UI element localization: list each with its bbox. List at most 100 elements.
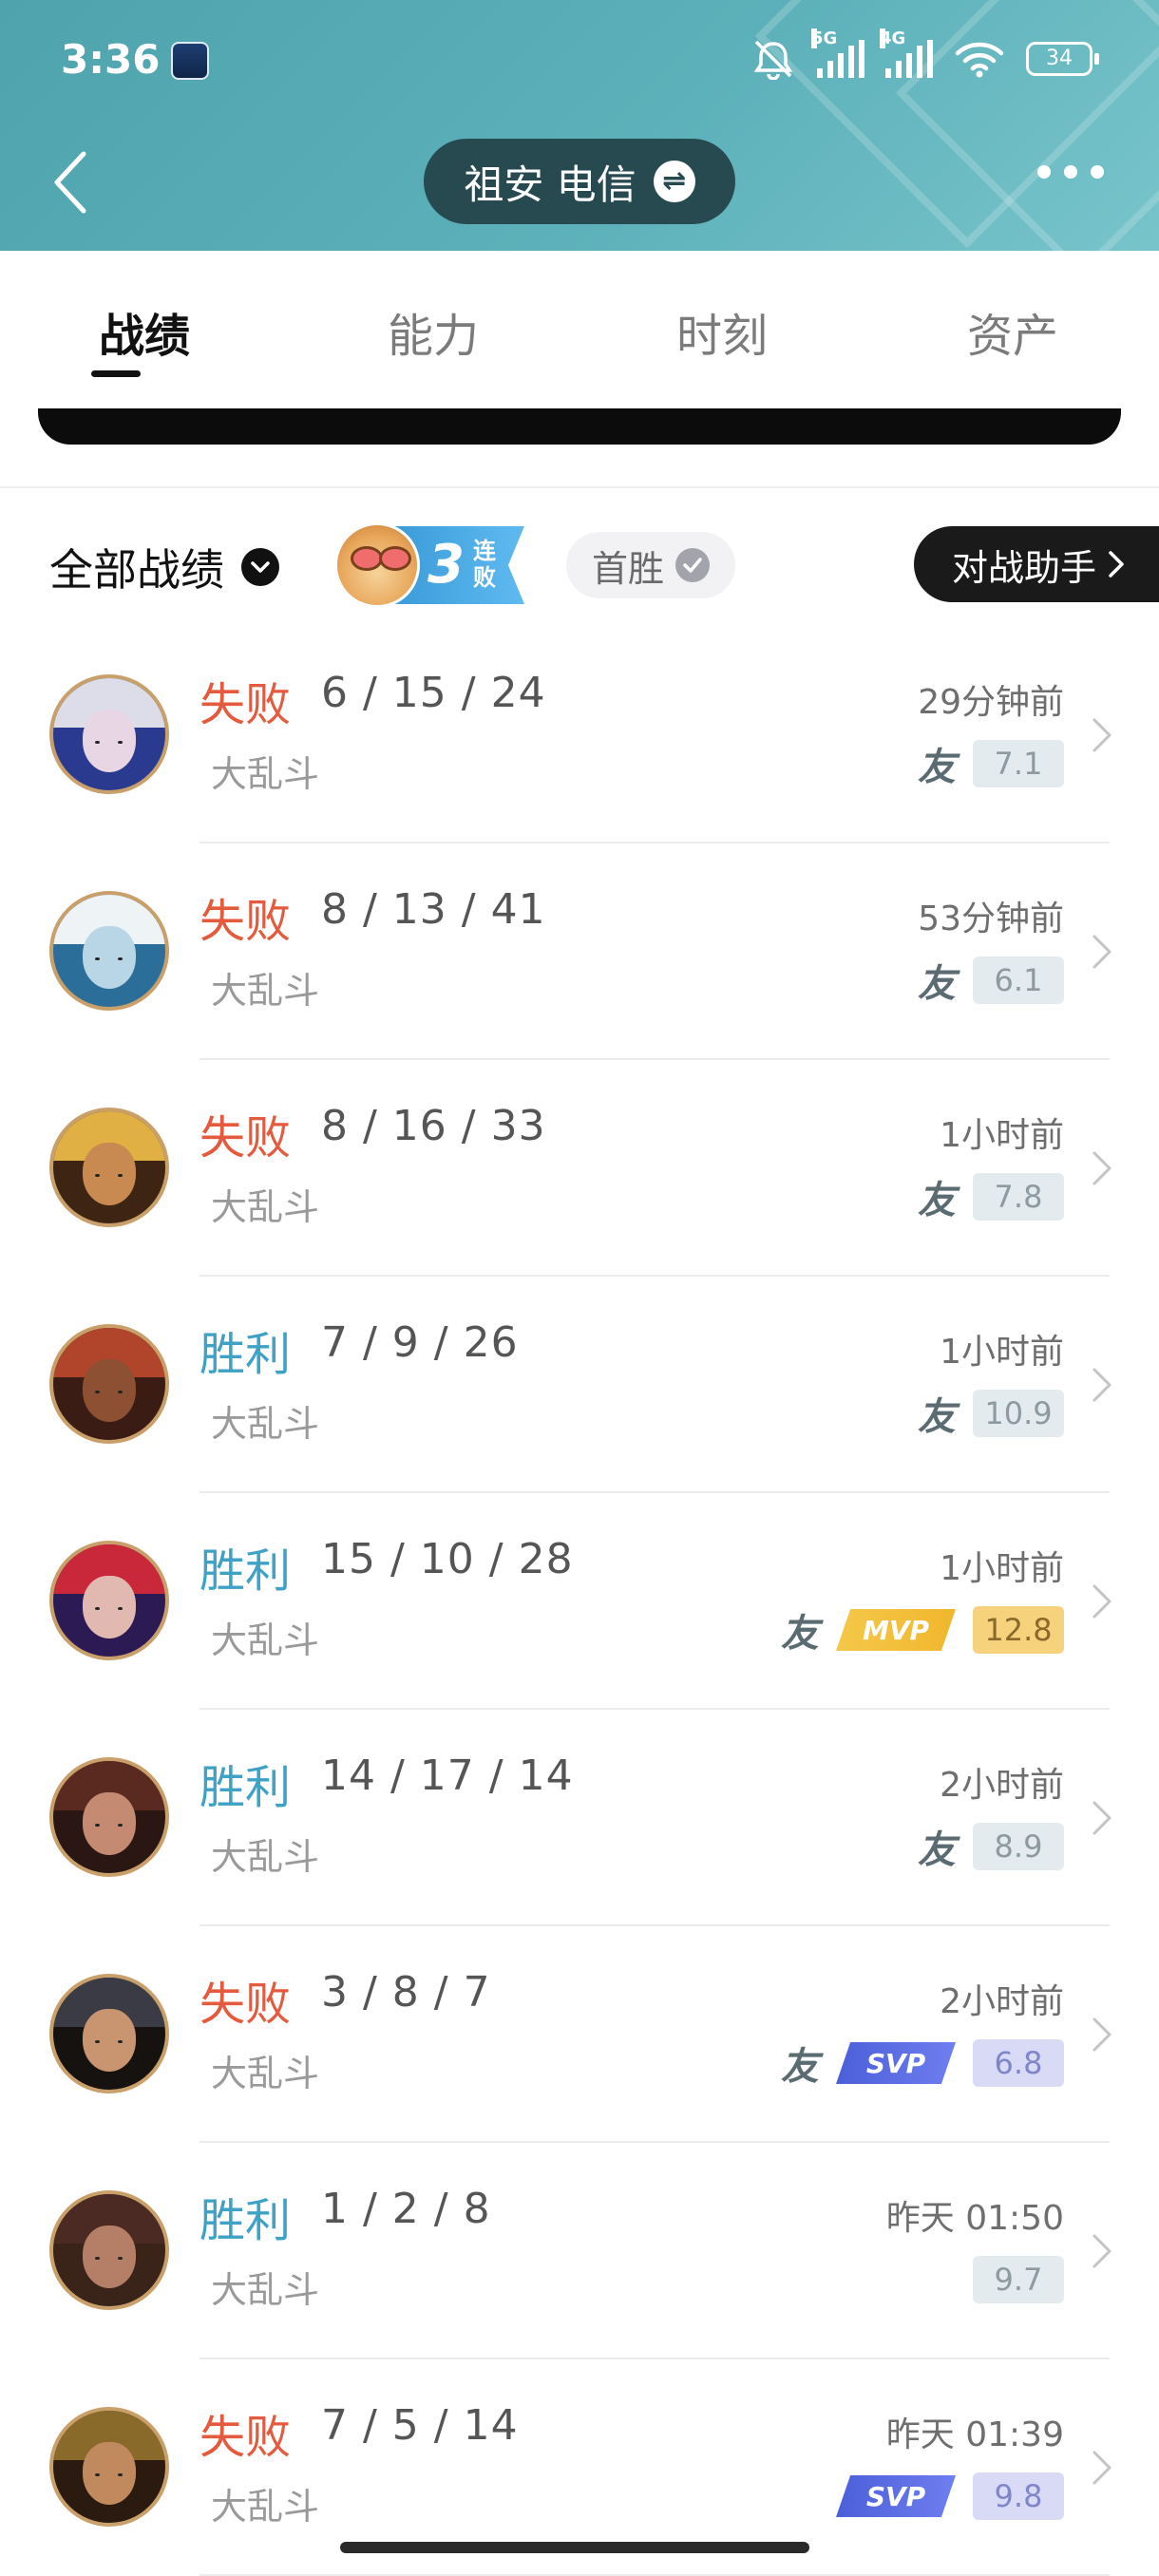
- back-button[interactable]: [48, 148, 93, 217]
- status-icons: 5G 4G 34: [750, 28, 1099, 84]
- streak-text: 连败: [473, 538, 496, 591]
- match-mode: 大乱斗: [211, 753, 320, 795]
- match-result: 失败: [200, 1978, 292, 2031]
- hero-avatar: [49, 1757, 169, 1877]
- match-time: 1小时前: [940, 1116, 1064, 1155]
- svp-badge: SVP: [836, 2475, 956, 2517]
- match-time: 2小时前: [940, 1982, 1064, 2021]
- status-time: 3:36: [61, 36, 161, 83]
- home-indicator[interactable]: [340, 2542, 809, 2553]
- match-result: 失败: [200, 895, 292, 948]
- friend-tag: 友: [918, 1395, 956, 1439]
- tab-moments[interactable]: 时刻: [627, 298, 817, 365]
- battle-assistant-button[interactable]: 对战助手: [914, 526, 1159, 602]
- active-tab-indicator: [91, 370, 141, 377]
- filter-dropdown[interactable]: 全部战绩: [49, 536, 279, 598]
- tab-bar: 战绩 能力 时刻 资产: [0, 251, 1159, 410]
- match-badges: 友 SVP 6.8: [781, 2036, 1064, 2090]
- hero-avatar: [49, 1108, 169, 1227]
- match-score: 9.7: [973, 2256, 1064, 2303]
- match-row[interactable]: 胜利 7 / 9 / 26 大乱斗 1小时前 友 10.9: [0, 1277, 1159, 1493]
- match-kda: 15 / 10 / 28: [321, 1535, 574, 1583]
- match-mode: 大乱斗: [211, 1836, 320, 1878]
- match-badges: 9.7: [973, 2253, 1064, 2306]
- match-row[interactable]: 胜利 15 / 10 / 28 大乱斗 1小时前 友 MVP 12.8: [0, 1493, 1159, 1710]
- chevron-right-icon: [1092, 1584, 1112, 1619]
- region-switch-button[interactable]: 祖安 电信 ⇌: [424, 139, 735, 224]
- chevron-right-icon: [1092, 1151, 1112, 1185]
- battle-assistant-label: 对战助手: [952, 546, 1097, 589]
- match-kda: 3 / 8 / 7: [321, 1968, 491, 2017]
- match-time: 1小时前: [940, 1549, 1064, 1588]
- wifi-icon: [955, 42, 1004, 78]
- hero-avatar: [49, 1324, 169, 1444]
- friend-tag: 友: [918, 1179, 956, 1222]
- friend-tag: 友: [918, 1828, 956, 1872]
- match-result: 失败: [200, 2411, 292, 2464]
- tab-ability[interactable]: 能力: [338, 298, 528, 365]
- match-score: 9.8: [973, 2472, 1064, 2520]
- match-result: 失败: [200, 678, 292, 731]
- tab-assets[interactable]: 资产: [918, 298, 1108, 365]
- banner-strip[interactable]: [38, 408, 1121, 445]
- first-win-badge[interactable]: 首胜: [566, 532, 735, 598]
- match-score: 6.1: [973, 957, 1064, 1004]
- mascot-icon: [334, 522, 420, 608]
- signal-4g-icon: 4G: [880, 28, 933, 78]
- match-row[interactable]: 失败 6 / 15 / 24 大乱斗 29分钟前 友 7.1: [0, 627, 1159, 843]
- match-result: 胜利: [200, 1761, 292, 1814]
- match-score: 8.9: [973, 1823, 1064, 1870]
- chevron-right-icon: [1092, 718, 1112, 752]
- match-badges: 友 MVP 12.8: [781, 1603, 1064, 1657]
- match-row[interactable]: 失败 8 / 13 / 41 大乱斗 53分钟前 友 6.1: [0, 843, 1159, 1060]
- more-dot: [1091, 165, 1104, 179]
- hero-avatar: [49, 2190, 169, 2310]
- tab-record[interactable]: 战绩: [49, 298, 239, 365]
- match-time: 昨天 01:50: [885, 2199, 1064, 2238]
- match-mode: 大乱斗: [211, 1403, 320, 1445]
- match-badges: 友 7.1: [918, 737, 1064, 790]
- svp-badge: SVP: [836, 2042, 956, 2084]
- signal-5g-icon: 5G: [811, 28, 864, 78]
- match-time: 昨天 01:39: [885, 2415, 1064, 2454]
- match-mode: 大乱斗: [211, 2486, 320, 2528]
- match-result: 胜利: [200, 2194, 292, 2247]
- match-badges: 友 6.1: [918, 954, 1064, 1007]
- match-kda: 8 / 16 / 33: [321, 1102, 546, 1150]
- match-time: 2小时前: [940, 1766, 1064, 1805]
- match-score: 12.8: [973, 1606, 1064, 1654]
- chevron-right-icon: [1092, 2234, 1112, 2268]
- match-badges: SVP 9.8: [836, 2470, 1064, 2523]
- notification-app-icon: [171, 42, 209, 80]
- header: 3:36 5G 4G 34 祖安 电信 ⇌: [0, 0, 1159, 251]
- chevron-down-icon: [241, 548, 279, 586]
- match-row[interactable]: 胜利 14 / 17 / 14 大乱斗 2小时前 友 8.9: [0, 1710, 1159, 1926]
- match-result: 胜利: [200, 1544, 292, 1598]
- more-button[interactable]: [1037, 165, 1104, 179]
- match-time: 29分钟前: [918, 683, 1064, 722]
- match-time: 53分钟前: [918, 900, 1064, 938]
- more-dot: [1064, 165, 1077, 179]
- match-kda: 1 / 2 / 8: [321, 2185, 491, 2233]
- content-card: 战绩 能力 时刻 资产 全部战绩 3 连败 首胜 对战助手 失败 6 / 15 …: [0, 251, 1159, 2576]
- chevron-right-icon: [1109, 551, 1124, 578]
- match-badges: 友 8.9: [918, 1820, 1064, 1873]
- chevron-right-icon: [1092, 2017, 1112, 2052]
- match-kda: 8 / 13 / 41: [321, 885, 546, 934]
- hero-avatar: [49, 891, 169, 1011]
- chevron-right-icon: [1092, 1801, 1112, 1835]
- divider: [0, 486, 1159, 488]
- more-dot: [1037, 165, 1051, 179]
- silent-bell-icon: [753, 40, 793, 80]
- filter-label: 全部战绩: [49, 544, 224, 596]
- match-row[interactable]: 胜利 1 / 2 / 8 大乱斗 昨天 01:50 9.7: [0, 2143, 1159, 2359]
- check-icon: [675, 548, 710, 582]
- first-win-label: 首胜: [591, 547, 664, 590]
- match-time: 1小时前: [940, 1333, 1064, 1372]
- match-badges: 友 7.8: [918, 1170, 1064, 1223]
- match-score: 6.8: [973, 2039, 1064, 2087]
- friend-tag: 友: [918, 962, 956, 1006]
- match-row[interactable]: 失败 3 / 8 / 7 大乱斗 2小时前 友 SVP 6.8: [0, 1926, 1159, 2143]
- match-result: 胜利: [200, 1328, 292, 1381]
- match-row[interactable]: 失败 8 / 16 / 33 大乱斗 1小时前 友 7.8: [0, 1060, 1159, 1277]
